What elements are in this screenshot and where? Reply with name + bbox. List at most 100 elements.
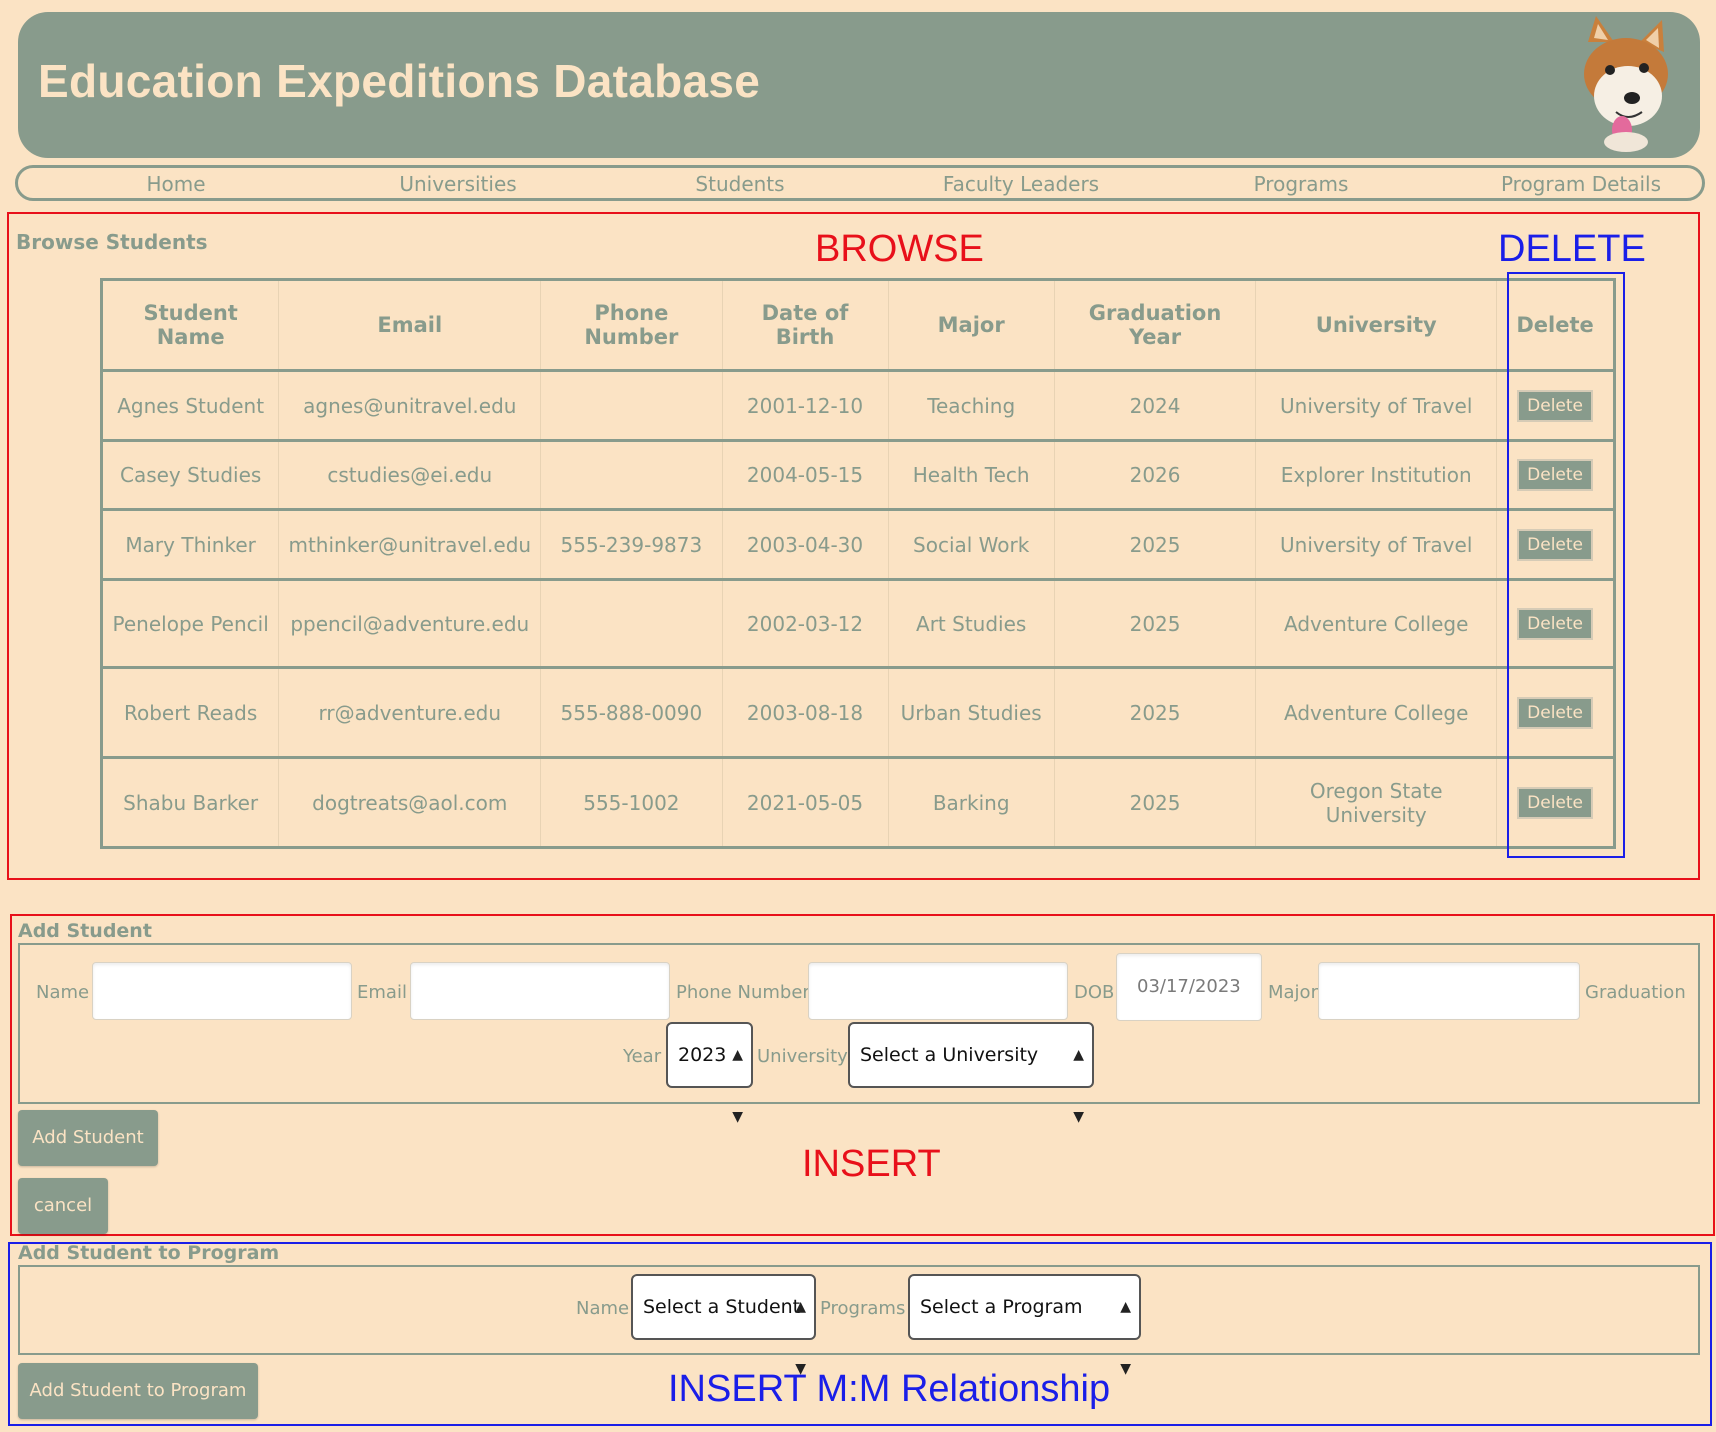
cell-phone bbox=[540, 370, 723, 442]
cell-university: Adventure College bbox=[1255, 667, 1498, 759]
program-select[interactable]: Select a Program ▲ ▼ bbox=[908, 1274, 1141, 1377]
select-arrows-icon: ▲ ▼ bbox=[732, 1047, 743, 1125]
phone-input[interactable] bbox=[808, 962, 1068, 1020]
cell-major: Urban Studies bbox=[888, 667, 1055, 759]
cell-university: University of Travel bbox=[1255, 509, 1498, 581]
cell-dob: 2002-03-12 bbox=[722, 579, 889, 669]
cell-graduation-year: 2024 bbox=[1054, 370, 1257, 442]
cell-phone: 555-1002 bbox=[540, 757, 723, 849]
cell-email: mthinker@unitravel.edu bbox=[278, 509, 542, 581]
programs-label: Programs bbox=[820, 1298, 906, 1319]
student-select[interactable]: Select a Student ▲ ▼ bbox=[631, 1274, 816, 1377]
university-label: University bbox=[757, 1046, 848, 1067]
delete-annotation-label: DELETE bbox=[1498, 228, 1646, 270]
col-header-student-name: Student Name bbox=[101, 279, 280, 372]
name-input[interactable] bbox=[92, 962, 352, 1020]
cell-phone: 555-239-9873 bbox=[540, 509, 723, 581]
cell-student-name: Casey Studies bbox=[101, 440, 280, 511]
university-select[interactable]: Select a University ▲ ▼ bbox=[848, 1022, 1094, 1125]
cell-major: Social Work bbox=[888, 509, 1055, 581]
col-header-graduation-year: Graduation Year bbox=[1054, 279, 1257, 372]
cell-dob: 2003-08-18 bbox=[722, 667, 889, 759]
students-table-body: Agnes Student agnes@unitravel.edu 2001-1… bbox=[101, 370, 1615, 849]
cell-graduation-year: 2025 bbox=[1054, 579, 1257, 669]
delete-annotation-box bbox=[1507, 272, 1625, 858]
table-row: Agnes Student agnes@unitravel.edu 2001-1… bbox=[101, 370, 1615, 442]
table-row: Mary Thinker mthinker@unitravel.edu 555-… bbox=[101, 509, 1615, 581]
cell-student-name: Robert Reads bbox=[101, 667, 280, 759]
col-header-phone: Phone Number bbox=[540, 279, 723, 372]
cell-phone: 555-888-0090 bbox=[540, 667, 723, 759]
table-header-row: Student Name Email Phone Number Date of … bbox=[101, 279, 1615, 372]
col-header-dob: Date of Birth bbox=[722, 279, 889, 372]
cell-graduation-year: 2025 bbox=[1054, 757, 1257, 849]
cell-graduation-year: 2025 bbox=[1054, 509, 1257, 581]
cell-phone bbox=[540, 440, 723, 511]
cell-university: Explorer Institution bbox=[1255, 440, 1498, 511]
cell-dob: 2004-05-15 bbox=[722, 440, 889, 511]
col-header-major: Major bbox=[888, 279, 1055, 372]
cell-email: agnes@unitravel.edu bbox=[278, 370, 542, 442]
cell-major: Barking bbox=[888, 757, 1055, 849]
cell-university: Oregon State University bbox=[1255, 757, 1498, 849]
cell-university: Adventure College bbox=[1255, 579, 1498, 669]
shiba-dog-logo bbox=[1584, 16, 1668, 152]
cell-graduation-year: 2025 bbox=[1054, 667, 1257, 759]
university-select-value: Select a University bbox=[860, 1044, 1039, 1066]
nav-faculty-leaders[interactable]: Faculty Leaders bbox=[921, 172, 1121, 196]
cell-email: cstudies@ei.edu bbox=[278, 440, 542, 511]
cell-phone bbox=[540, 579, 723, 669]
header-banner: Education Expeditions Database bbox=[18, 12, 1700, 158]
nav-programs[interactable]: Programs bbox=[1201, 172, 1401, 196]
cell-student-name: Penelope Pencil bbox=[101, 579, 280, 669]
cell-university: University of Travel bbox=[1255, 370, 1498, 442]
cell-email: dogtreats@aol.com bbox=[278, 757, 542, 849]
cell-student-name: Shabu Barker bbox=[101, 757, 280, 849]
cancel-button[interactable]: cancel bbox=[18, 1178, 108, 1234]
select-arrows-icon: ▲ ▼ bbox=[1073, 1047, 1084, 1125]
select-arrows-icon: ▲ ▼ bbox=[1120, 1299, 1131, 1377]
col-header-email: Email bbox=[278, 279, 542, 372]
dob-input[interactable]: 03/17/2023 bbox=[1116, 953, 1262, 1021]
email-input[interactable] bbox=[410, 962, 670, 1020]
cell-dob: 2001-12-10 bbox=[722, 370, 889, 442]
add-student-to-program-title: Add Student to Program bbox=[18, 1242, 280, 1264]
major-input[interactable] bbox=[1318, 962, 1580, 1020]
dob-label: DOB bbox=[1074, 982, 1115, 1003]
nav-students[interactable]: Students bbox=[640, 172, 840, 196]
cell-major: Teaching bbox=[888, 370, 1055, 442]
cell-major: Art Studies bbox=[888, 579, 1055, 669]
graduation-year-select[interactable]: 2023 ▲ ▼ bbox=[666, 1022, 753, 1125]
nav-home[interactable]: Home bbox=[76, 172, 276, 196]
cell-dob: 2003-04-30 bbox=[722, 509, 889, 581]
insert-mm-annotation-label: INSERT M:M Relationship bbox=[668, 1368, 1111, 1410]
email-label: Email bbox=[357, 982, 407, 1003]
add-student-title: Add Student bbox=[18, 920, 152, 942]
col-header-university: University bbox=[1255, 279, 1498, 372]
add-student-to-program-button[interactable]: Add Student to Program bbox=[18, 1363, 258, 1419]
table-row: Shabu Barker dogtreats@aol.com 555-1002 … bbox=[101, 757, 1615, 849]
cell-email: ppencil@adventure.edu bbox=[278, 579, 542, 669]
student-name-label: Name bbox=[576, 1298, 630, 1319]
year-label: Year bbox=[623, 1046, 662, 1067]
graduation-label: Graduation bbox=[1585, 982, 1686, 1003]
cell-email: rr@adventure.edu bbox=[278, 667, 542, 759]
name-label: Name bbox=[36, 982, 90, 1003]
graduation-year-value: 2023 bbox=[678, 1044, 727, 1066]
cell-student-name: Mary Thinker bbox=[101, 509, 280, 581]
cell-dob: 2021-05-05 bbox=[722, 757, 889, 849]
nav-universities[interactable]: Universities bbox=[358, 172, 558, 196]
major-label: Major bbox=[1268, 982, 1318, 1003]
cell-student-name: Agnes Student bbox=[101, 370, 280, 442]
nav-program-details[interactable]: Program Details bbox=[1481, 172, 1681, 196]
table-row: Penelope Pencil ppencil@adventure.edu 20… bbox=[101, 579, 1615, 669]
add-student-button[interactable]: Add Student bbox=[18, 1110, 158, 1166]
insert-annotation-label: INSERT bbox=[802, 1143, 941, 1185]
main-nav: Home Universities Students Faculty Leade… bbox=[15, 165, 1705, 201]
cell-graduation-year: 2026 bbox=[1054, 440, 1257, 511]
students-table: Student Name Email Phone Number Date of … bbox=[100, 278, 1616, 849]
browse-students-title: Browse Students bbox=[16, 230, 208, 254]
cell-major: Health Tech bbox=[888, 440, 1055, 511]
phone-label: Phone Number bbox=[676, 982, 810, 1003]
program-select-value: Select a Program bbox=[920, 1296, 1083, 1318]
